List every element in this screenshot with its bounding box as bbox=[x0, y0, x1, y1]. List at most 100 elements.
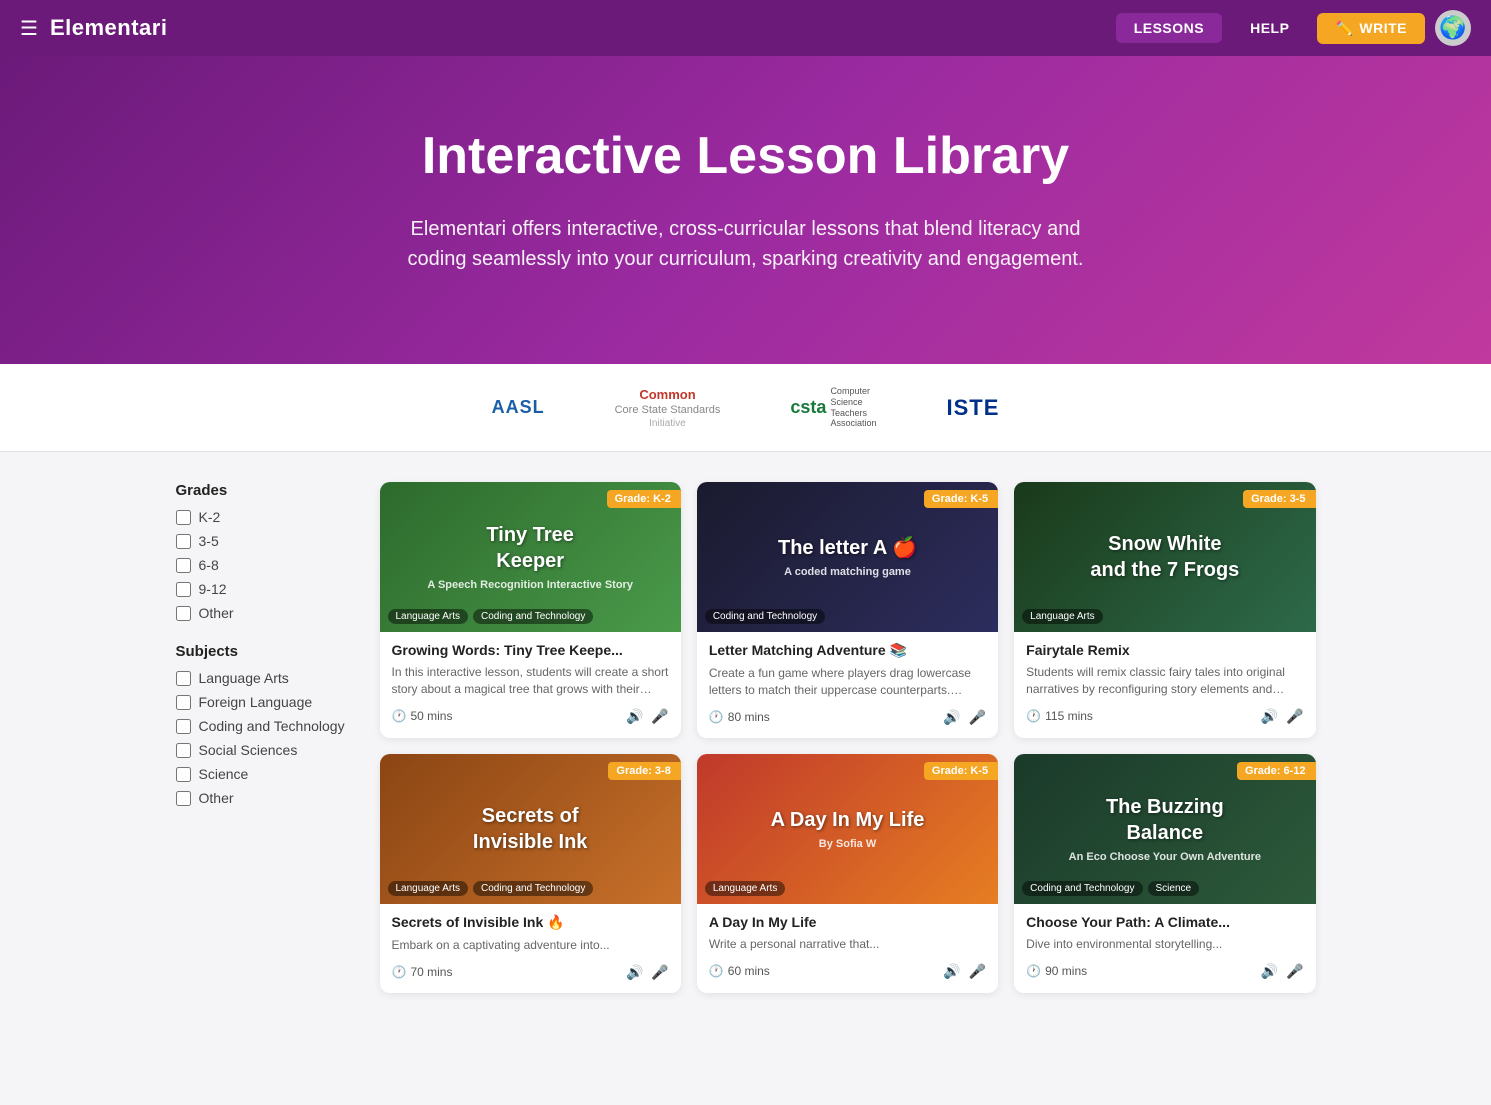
volume-icon[interactable]: 🔊 bbox=[626, 964, 643, 981]
card-description: Students will remix classic fairy tales … bbox=[1026, 664, 1303, 698]
clock-icon: 🕐 bbox=[392, 709, 407, 723]
volume-icon[interactable]: 🔊 bbox=[943, 963, 960, 980]
subject-filter-item-lang-arts[interactable]: Language Arts bbox=[176, 670, 356, 686]
grade-checkbox-other-grade[interactable] bbox=[176, 606, 191, 621]
time-value: 115 mins bbox=[1045, 709, 1093, 723]
subject-checkbox-foreign-lang[interactable] bbox=[176, 695, 191, 710]
subject-filter-item-science[interactable]: Science bbox=[176, 766, 356, 782]
time-value: 80 mins bbox=[728, 710, 770, 724]
subject-filter-item-foreign-lang[interactable]: Foreign Language bbox=[176, 694, 356, 710]
grades-filter-group: Grades K-2 3-5 6-8 9-12 Other bbox=[176, 482, 356, 621]
card-action-icons: 🔊 🎤 bbox=[943, 963, 986, 980]
grade-checkbox-9-12[interactable] bbox=[176, 582, 191, 597]
card-thumbnail: Snow Whiteand the 7 Frogs Grade: 3-5 Lan… bbox=[1014, 482, 1315, 632]
lesson-card-day-in-my-life[interactable]: A Day In My Life By Sofia W Grade: K-5 L… bbox=[697, 754, 998, 993]
volume-icon[interactable]: 🔊 bbox=[1261, 963, 1278, 980]
subject-filter-item-social-sci[interactable]: Social Sciences bbox=[176, 742, 356, 758]
avatar[interactable]: 🌍 bbox=[1435, 10, 1471, 46]
card-action-icons: 🔊 🎤 bbox=[943, 709, 986, 726]
grade-checkbox-k2[interactable] bbox=[176, 510, 191, 525]
subject-checkbox-coding-tech[interactable] bbox=[176, 719, 191, 734]
hero-section: Interactive Lesson Library Elementari of… bbox=[0, 56, 1491, 364]
card-tags: Language Arts bbox=[705, 881, 786, 896]
grade-checkbox-3-5[interactable] bbox=[176, 534, 191, 549]
clock-icon: 🕐 bbox=[1026, 964, 1041, 978]
mic-icon[interactable]: 🎤 bbox=[969, 709, 986, 726]
lessons-button[interactable]: LESSONS bbox=[1116, 13, 1222, 43]
card-body: Letter Matching Adventure 📚 Create a fun… bbox=[697, 632, 998, 738]
card-thumbnail: The BuzzingBalance An Eco Choose Your Ow… bbox=[1014, 754, 1315, 904]
lesson-card-fairytale-remix[interactable]: Snow Whiteand the 7 Frogs Grade: 3-5 Lan… bbox=[1014, 482, 1315, 738]
subject-checkbox-other-subject[interactable] bbox=[176, 791, 191, 806]
subjects-filter-title: Subjects bbox=[176, 643, 356, 660]
csta-logo: csta ComputerScienceTeachersAssociation bbox=[790, 386, 876, 429]
card-description: Embark on a captivating adventure into..… bbox=[392, 937, 669, 954]
tag: Coding and Technology bbox=[473, 609, 593, 624]
card-tags: Language Arts bbox=[1022, 609, 1103, 624]
volume-icon[interactable]: 🔊 bbox=[1261, 708, 1278, 725]
card-footer: 🕐 70 mins 🔊 🎤 bbox=[392, 964, 669, 981]
subject-checkbox-lang-arts[interactable] bbox=[176, 671, 191, 686]
subject-label-foreign-lang: Foreign Language bbox=[199, 694, 313, 710]
tag: Coding and Technology bbox=[705, 609, 825, 624]
grade-filter-item-other-grade[interactable]: Other bbox=[176, 605, 356, 621]
grade-filter-item-3-5[interactable]: 3-5 bbox=[176, 533, 356, 549]
subject-checkbox-social-sci[interactable] bbox=[176, 743, 191, 758]
card-body: Choose Your Path: A Climate... Dive into… bbox=[1014, 904, 1315, 992]
mic-icon[interactable]: 🎤 bbox=[1286, 708, 1303, 725]
grade-badge: Grade: 3-5 bbox=[1243, 490, 1315, 508]
mic-icon[interactable]: 🎤 bbox=[969, 963, 986, 980]
tag: Language Arts bbox=[1022, 609, 1103, 624]
grade-label-6-8: 6-8 bbox=[199, 557, 219, 573]
card-action-icons: 🔊 🎤 bbox=[1261, 708, 1304, 725]
grade-filter-item-k2[interactable]: K-2 bbox=[176, 509, 356, 525]
tag: Language Arts bbox=[388, 881, 469, 896]
volume-icon[interactable]: 🔊 bbox=[943, 709, 960, 726]
grade-badge: Grade: K-5 bbox=[924, 490, 998, 508]
card-time: 🕐 50 mins bbox=[392, 709, 453, 723]
card-action-icons: 🔊 🎤 bbox=[626, 964, 669, 981]
card-title: Secrets of Invisible Ink 🔥 bbox=[392, 914, 669, 931]
grade-filter-item-6-8[interactable]: 6-8 bbox=[176, 557, 356, 573]
volume-icon[interactable]: 🔊 bbox=[626, 708, 643, 725]
card-footer: 🕐 90 mins 🔊 🎤 bbox=[1026, 963, 1303, 980]
subject-filter-item-coding-tech[interactable]: Coding and Technology bbox=[176, 718, 356, 734]
hamburger-menu-icon[interactable]: ☰ bbox=[20, 16, 38, 41]
mic-icon[interactable]: 🎤 bbox=[1286, 963, 1303, 980]
mic-icon[interactable]: 🎤 bbox=[651, 964, 668, 981]
help-button[interactable]: HELP bbox=[1232, 13, 1307, 43]
standards-bar: AASL Common Core State Standards Initiat… bbox=[0, 364, 1491, 452]
subject-label-social-sci: Social Sciences bbox=[199, 742, 298, 758]
lesson-card-invisible-ink[interactable]: Secrets ofInvisible Ink Grade: 3-8 Langu… bbox=[380, 754, 681, 993]
subject-filter-item-other-subject[interactable]: Other bbox=[176, 790, 356, 806]
grade-filter-item-9-12[interactable]: 9-12 bbox=[176, 581, 356, 597]
card-footer: 🕐 115 mins 🔊 🎤 bbox=[1026, 708, 1303, 725]
mic-icon[interactable]: 🎤 bbox=[651, 708, 668, 725]
card-thumbnail: Tiny TreeKeeper A Speech Recognition Int… bbox=[380, 482, 681, 632]
grade-checkbox-6-8[interactable] bbox=[176, 558, 191, 573]
tag: Coding and Technology bbox=[1022, 881, 1142, 896]
lesson-card-letter-matching[interactable]: The letter A 🍎 A coded matching game Gra… bbox=[697, 482, 998, 738]
clock-icon: 🕐 bbox=[392, 965, 407, 979]
card-tags: Language ArtsCoding and Technology bbox=[388, 609, 594, 624]
card-title: Fairytale Remix bbox=[1026, 642, 1303, 658]
card-time: 🕐 80 mins bbox=[709, 710, 770, 724]
card-action-icons: 🔊 🎤 bbox=[1261, 963, 1304, 980]
write-button[interactable]: ✏️ WRITE bbox=[1317, 13, 1425, 44]
card-tags: Coding and TechnologyScience bbox=[1022, 881, 1199, 896]
time-value: 60 mins bbox=[728, 964, 770, 978]
grade-badge: Grade: K-2 bbox=[607, 490, 681, 508]
card-title: Choose Your Path: A Climate... bbox=[1026, 914, 1303, 930]
card-title: Letter Matching Adventure 📚 bbox=[709, 642, 986, 659]
avatar-icon: 🌍 bbox=[1439, 15, 1466, 41]
tag: Language Arts bbox=[705, 881, 786, 896]
card-time: 🕐 70 mins bbox=[392, 965, 453, 979]
subject-label-other-subject: Other bbox=[199, 790, 234, 806]
grade-label-other-grade: Other bbox=[199, 605, 234, 621]
lesson-card-buzzing-balance[interactable]: The BuzzingBalance An Eco Choose Your Ow… bbox=[1014, 754, 1315, 993]
clock-icon: 🕐 bbox=[709, 964, 724, 978]
subjects-filter-group: Subjects Language Arts Foreign Language … bbox=[176, 643, 356, 806]
subject-checkbox-science[interactable] bbox=[176, 767, 191, 782]
navbar-right: LESSONS HELP ✏️ WRITE 🌍 bbox=[1116, 10, 1471, 46]
lesson-card-tiny-tree-keeper[interactable]: Tiny TreeKeeper A Speech Recognition Int… bbox=[380, 482, 681, 738]
